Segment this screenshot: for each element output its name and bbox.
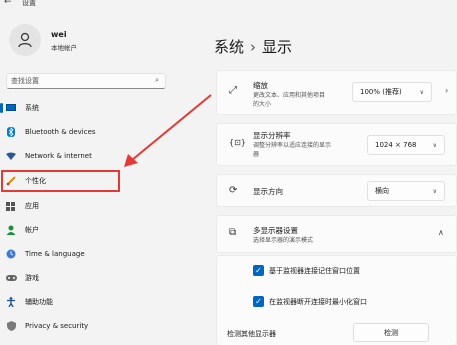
breadcrumb-parent[interactable]: 系统 <box>214 38 244 56</box>
scale-setting-card: ⤢ 缩放 更改文本、应用和其他项目 的大小 100% (推荐) ∨ › <box>216 70 457 115</box>
resolution-description-line1: 调整分辨率以适应连接的显示 <box>253 142 332 149</box>
detect-displays-label: 检测其他显示器 <box>227 330 276 338</box>
remember-window-label: 基于监视器连接记住窗口位置 <box>269 267 360 275</box>
resolution-dropdown[interactable]: 1024 × 768 ∨ <box>367 135 445 155</box>
multi-display-icon: ⧉ <box>229 227 237 238</box>
resolution-setting-card: {⊡} 显示分辨率 调整分辨率以适应连接的显示 器 1024 × 768 ∨ <box>216 123 457 166</box>
scale-icon: ⤢ <box>229 85 237 96</box>
detect-button[interactable]: 检测 <box>353 323 429 342</box>
orientation-label: 显示方向 <box>253 187 283 196</box>
multiple-displays-description: 选择显示器的演示模式 <box>253 237 314 244</box>
page-title: 显示 <box>262 38 293 56</box>
scale-label: 缩放 <box>253 81 268 90</box>
checkmark-icon: ✓ <box>255 266 262 275</box>
orientation-icon: ⟳ <box>229 185 238 196</box>
multiple-displays-label: 多显示器设置 <box>253 226 298 235</box>
minimize-window-checkbox[interactable]: ✓ <box>253 296 264 307</box>
scale-value: 100% (推荐) <box>360 88 402 96</box>
orientation-setting-card: ⟳ 显示方向 横向 ∨ <box>216 174 457 207</box>
minimize-window-label: 在监视器断开连接时最小化窗口 <box>269 298 367 306</box>
scale-description-line1: 更改文本、应用和其他项目 <box>253 92 326 99</box>
chevron-down-icon: ∨ <box>432 141 437 149</box>
breadcrumb-separator: › <box>250 38 257 56</box>
remember-window-checkbox[interactable]: ✓ <box>253 265 264 276</box>
resolution-value: 1024 × 768 <box>375 141 417 149</box>
resolution-icon: {⊡} <box>229 138 246 147</box>
orientation-value: 横向 <box>375 187 389 195</box>
chevron-up-icon[interactable]: ∧ <box>438 228 444 237</box>
detect-button-label: 检测 <box>384 328 398 337</box>
checkmark-icon: ✓ <box>255 297 262 306</box>
breadcrumb: 系统 › 显示 <box>214 36 292 57</box>
multiple-displays-card[interactable]: ⧉ 多显示器设置 选择显示器的演示模式 ∧ <box>216 215 457 253</box>
scale-description-line2: 的大小 <box>253 101 272 108</box>
resolution-description-line2: 器 <box>253 151 260 158</box>
resolution-label: 显示分辨率 <box>253 131 291 140</box>
scale-dropdown[interactable]: 100% (推荐) ∨ <box>352 82 432 102</box>
orientation-dropdown[interactable]: 横向 ∨ <box>367 181 445 201</box>
chevron-right-icon[interactable]: › <box>445 86 448 95</box>
multiple-displays-options: ✓ 基于监视器连接记住窗口位置 ✓ 在监视器断开连接时最小化窗口 检测其他显示器… <box>216 255 457 345</box>
chevron-down-icon: ∨ <box>432 187 437 195</box>
chevron-down-icon: ∨ <box>419 88 424 96</box>
